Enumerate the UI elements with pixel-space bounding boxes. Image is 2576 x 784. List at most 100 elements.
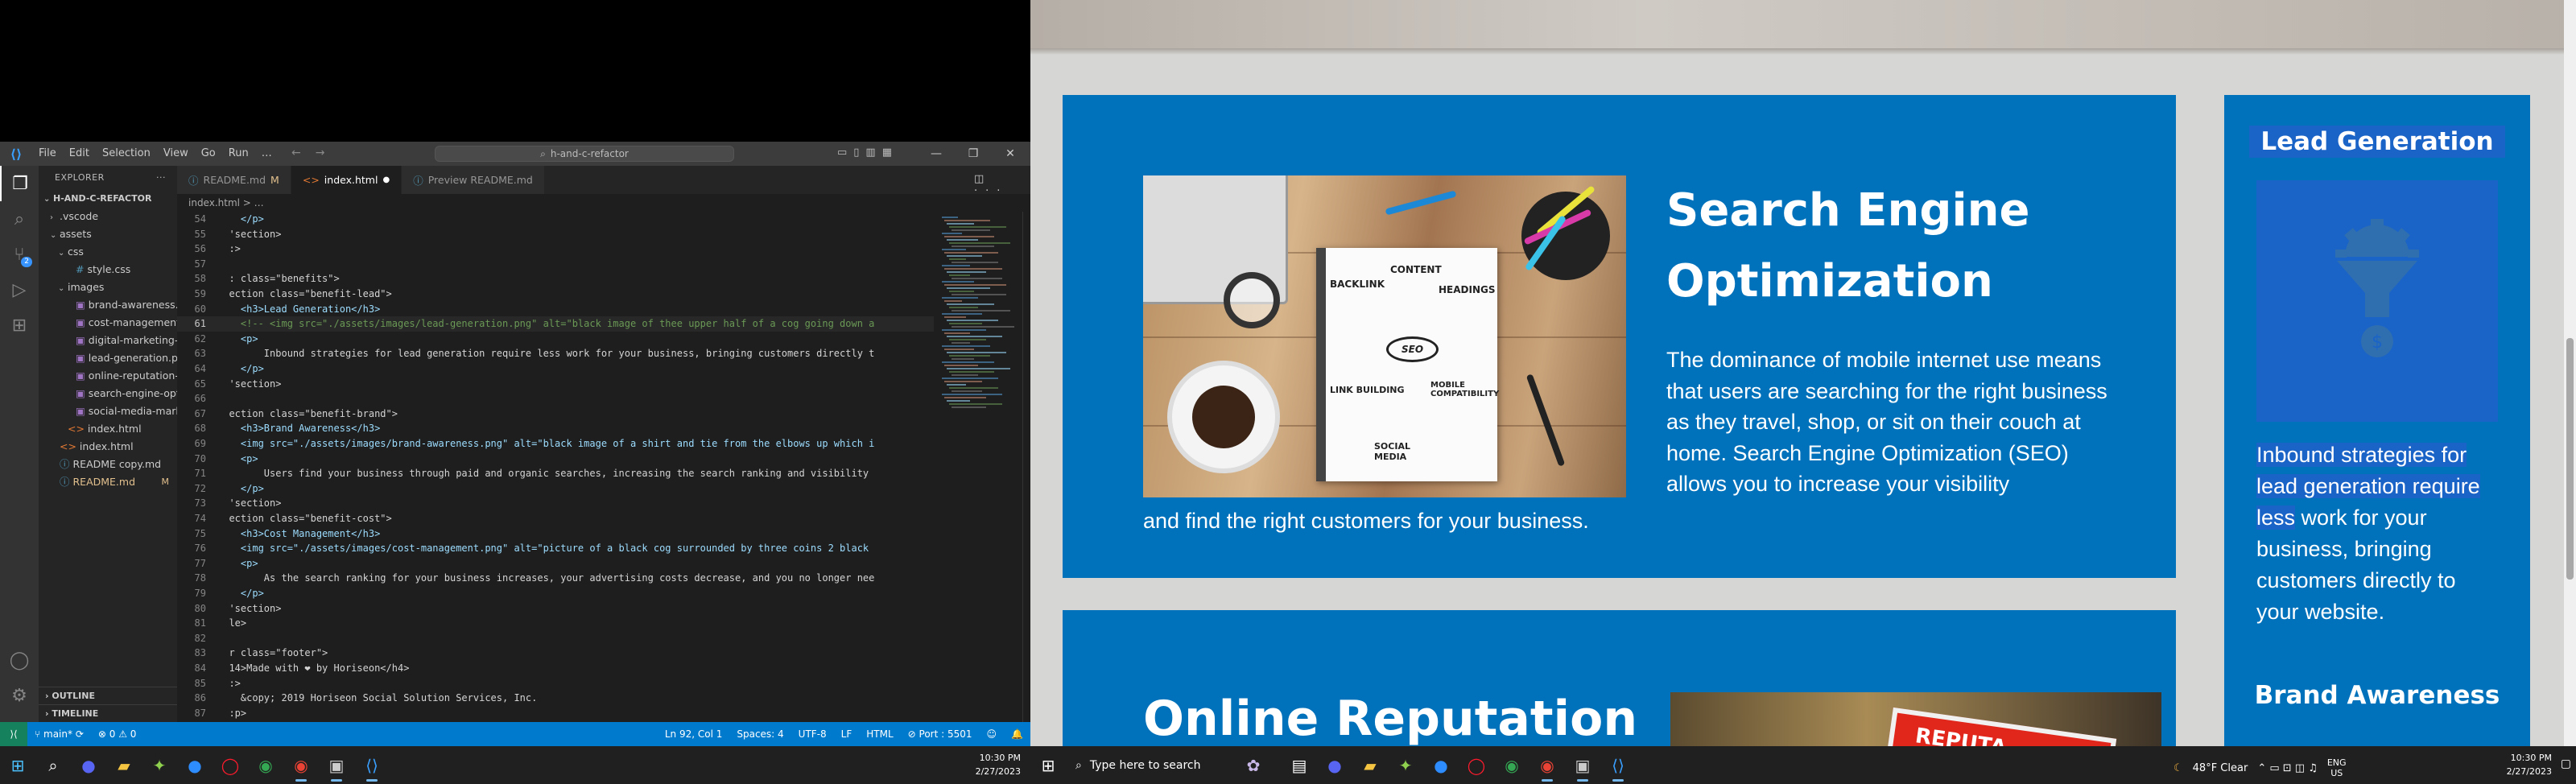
code-line[interactable]: 79 </p>	[177, 586, 934, 601]
notification-icon[interactable]: ▢	[2561, 757, 2571, 770]
code-line[interactable]: 82	[177, 631, 934, 646]
scrollbar-thumb[interactable]	[2566, 338, 2574, 580]
code-line[interactable]: 59 ection class="benefit-lead">	[177, 287, 934, 302]
code-line[interactable]: 75 <h3>Cost Management</h3>	[177, 526, 934, 542]
opera-icon[interactable]: ◯	[213, 746, 248, 784]
tree-item[interactable]: ▣ brand-awareness.p...	[39, 296, 177, 314]
zoom-icon[interactable]: ●	[1423, 746, 1459, 784]
close-button[interactable]: ✕	[992, 142, 1029, 166]
page-scrollbar[interactable]	[2564, 0, 2576, 746]
editor-scrollbar[interactable]	[1022, 212, 1030, 722]
notifications-icon[interactable]: 🔔	[1004, 728, 1030, 740]
live-server-port[interactable]: ⊘ Port : 5501	[901, 728, 980, 740]
code-line[interactable]: 80 'section>	[177, 601, 934, 617]
minimize-button[interactable]: —	[918, 142, 955, 166]
branch-status[interactable]: ⑂ main* ⟳	[27, 728, 91, 740]
cursor-position[interactable]: Ln 92, Col 1	[658, 728, 730, 740]
problems-status[interactable]: ⊗ 0 ⚠ 0	[91, 728, 144, 740]
code-line[interactable]: 60 <h3>Lead Generation</h3>	[177, 302, 934, 317]
eol[interactable]: LF	[834, 728, 860, 740]
nav-arrows[interactable]: ←→	[291, 146, 339, 159]
unsaved-dot-icon[interactable]: ●	[382, 175, 390, 184]
menu-item-1[interactable]: Edit	[63, 142, 96, 166]
tree-item[interactable]: ▣ online-reputation-...	[39, 367, 177, 385]
account-icon[interactable]: ◯	[0, 642, 39, 678]
code-line[interactable]: 81 le>	[177, 616, 934, 631]
clock[interactable]: 10:30 PM 2/27/2023	[976, 751, 1021, 778]
code-line[interactable]: 57	[177, 257, 934, 272]
restore-button[interactable]: ❐	[955, 142, 992, 166]
tree-item[interactable]: <> index.html	[39, 420, 177, 438]
feedback-icon[interactable]: ☺	[980, 728, 1005, 740]
code-line[interactable]: 87 :p>	[177, 706, 934, 721]
code-line[interactable]: 71 Users find your business through paid…	[177, 466, 934, 481]
taskbar-search[interactable]: ⌕ Type here to search	[1066, 746, 1225, 784]
menu-item-0[interactable]: File	[32, 142, 63, 166]
code-line[interactable]: 77 <p>	[177, 556, 934, 571]
code-line[interactable]: 68 <h3>Brand Awareness</h3>	[177, 421, 934, 436]
weather-icon[interactable]: ☾	[2174, 762, 2183, 774]
zoom-icon[interactable]: ●	[177, 746, 213, 784]
explorer-icon[interactable]: ❐	[0, 166, 39, 201]
code-line[interactable]: 83 r class="footer">	[177, 646, 934, 661]
menu-item-6[interactable]: …	[255, 142, 279, 166]
code-line[interactable]: 78 As the search ranking for your busine…	[177, 571, 934, 586]
remote-icon[interactable]: ⟩⟨	[0, 722, 27, 746]
tray-icons[interactable]: ⌃ ▭ ⊡ ◫ ♫	[2257, 762, 2318, 774]
opera-icon[interactable]: ◯	[1459, 746, 1494, 784]
terminal-icon[interactable]: ▣	[1565, 746, 1600, 784]
source-control-icon[interactable]: ⑂ 2	[0, 237, 39, 272]
minimap[interactable]	[934, 212, 1022, 722]
terminal-icon[interactable]: ▣	[319, 746, 354, 784]
code-line[interactable]: 58 : class="benefits">	[177, 271, 934, 287]
code-editor[interactable]: 54 </p> 55 'section> 56 :> 57 58 : class="be…	[177, 212, 934, 722]
code-line[interactable]: 86 &copy; 2019 Horiseon Social Solution …	[177, 691, 934, 706]
command-center[interactable]: ⌕ h-and-c-refactor	[435, 146, 734, 162]
encoding[interactable]: UTF-8	[791, 728, 834, 740]
editor-tab[interactable]: ⓘ Preview README.md	[402, 166, 545, 194]
code-line[interactable]: 85 :>	[177, 676, 934, 691]
tree-item[interactable]: ▣ search-engine-opti...	[39, 385, 177, 402]
file-explorer-icon[interactable]: ▰	[1352, 746, 1388, 784]
weather-text[interactable]: 48°F Clear	[2193, 762, 2248, 774]
code-line[interactable]: 61 <!-- <img src="./assets/images/lead-g…	[177, 316, 934, 332]
code-line[interactable]: 70 <p>	[177, 452, 934, 467]
chrome-profile-icon[interactable]: ◉	[1530, 746, 1565, 784]
tree-item[interactable]: ⓘ README copy.md	[39, 456, 177, 473]
code-line[interactable]: 62 <p>	[177, 332, 934, 347]
code-line[interactable]: 69 <img src="./assets/images/brand-aware…	[177, 436, 934, 452]
layout-buttons[interactable]: ▭▯▥▦	[837, 146, 898, 159]
code-line[interactable]: 84 14>Made with ❤ by Horiseon</h4>	[177, 661, 934, 676]
search-icon[interactable]: ⌕	[35, 746, 71, 784]
code-line[interactable]: 66	[177, 391, 934, 406]
language-mode[interactable]: HTML	[859, 728, 900, 740]
menu-item-5[interactable]: Run	[222, 142, 255, 166]
outline-section[interactable]: › OUTLINE	[39, 687, 177, 704]
menu-item-4[interactable]: Go	[195, 142, 222, 166]
tree-item[interactable]: ⌄ css	[39, 243, 177, 261]
vscode-taskbar-icon[interactable]: ⟨⟩	[354, 746, 390, 784]
run-debug-icon[interactable]: ▷	[0, 272, 39, 307]
more-actions-icon[interactable]: ···	[156, 166, 166, 190]
breadcrumb[interactable]: index.html > …	[177, 194, 1030, 212]
vscode-taskbar-icon[interactable]: ⟨⟩	[1600, 746, 1636, 784]
tree-item[interactable]: ▣ social-media-mark...	[39, 402, 177, 420]
app-icon[interactable]: ✦	[142, 746, 177, 784]
code-line[interactable]: 65 'section>	[177, 377, 934, 392]
file-explorer-icon[interactable]: ▰	[106, 746, 142, 784]
tree-item[interactable]: › .vscode	[39, 208, 177, 225]
chrome-icon[interactable]: ◉	[248, 746, 283, 784]
discord-icon[interactable]: ●	[71, 746, 106, 784]
code-line[interactable]: 56 :>	[177, 241, 934, 257]
menu-item-3[interactable]: View	[157, 142, 195, 166]
tree-item[interactable]: ▣ cost-management...	[39, 314, 177, 332]
task-view-icon[interactable]: ▤	[1282, 746, 1317, 784]
code-line[interactable]: 67 ection class="benefit-brand">	[177, 406, 934, 422]
extensions-icon[interactable]: ⊞	[0, 307, 39, 343]
app-icon[interactable]: ✦	[1388, 746, 1423, 784]
language-indicator[interactable]: ENG US	[2327, 757, 2347, 778]
code-line[interactable]: 76 <img src="./assets/images/cost-manage…	[177, 541, 934, 556]
start-icon[interactable]: ⊞	[1030, 746, 1066, 784]
chrome-profile-icon[interactable]: ◉	[283, 746, 319, 784]
tree-item[interactable]: ⌄ assets	[39, 225, 177, 243]
